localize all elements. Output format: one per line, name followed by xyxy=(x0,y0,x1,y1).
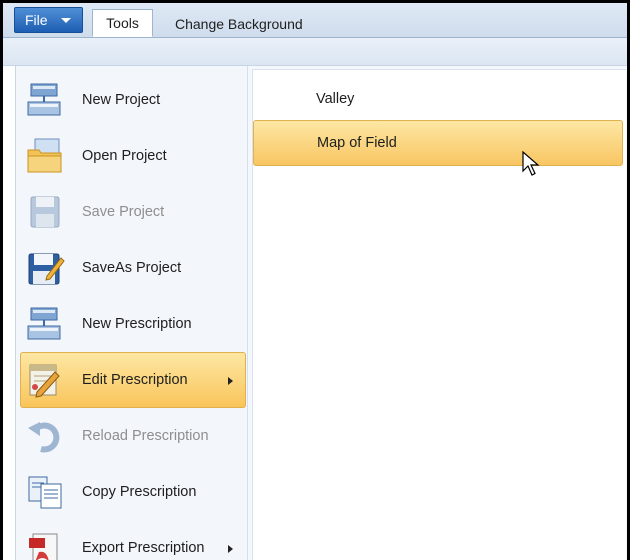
ribbon-body xyxy=(3,38,627,66)
menu-item-copy-prescription[interactable]: Copy Prescription xyxy=(20,464,246,520)
submenu-item-map-of-field[interactable]: Map of Field xyxy=(253,120,623,166)
tab-change-background[interactable]: Change Background xyxy=(175,10,303,38)
application-menu: New Project Open Project Save Project Sa… xyxy=(15,66,627,560)
menu-commands-pane: New Project Open Project Save Project Sa… xyxy=(16,66,248,560)
menu-item-label: Export Prescription xyxy=(82,540,205,556)
open-folder-icon xyxy=(25,136,65,176)
menu-item-label: Reload Prescription xyxy=(82,428,209,444)
edit-pencil-icon xyxy=(25,360,65,400)
submenu-item-label: Map of Field xyxy=(317,135,397,151)
tab-change-background-label: Change Background xyxy=(175,16,303,32)
menu-item-save-project[interactable]: Save Project xyxy=(20,184,246,240)
menu-item-label: Edit Prescription xyxy=(82,372,188,388)
save-as-icon xyxy=(25,248,65,288)
file-menu-label: File xyxy=(25,12,48,28)
menu-item-reload-prescription[interactable]: Reload Prescription xyxy=(20,408,246,464)
menu-item-label: Copy Prescription xyxy=(82,484,197,500)
menu-item-label: SaveAs Project xyxy=(82,260,182,276)
tab-tools[interactable]: Tools xyxy=(92,9,153,37)
submenu-item-valley[interactable]: Valley xyxy=(253,75,623,121)
submenu-item-label: Valley xyxy=(316,91,355,107)
save-disk-icon xyxy=(25,192,65,232)
new-prescription-icon xyxy=(25,304,65,344)
new-project-icon xyxy=(25,80,65,120)
menu-item-label: Save Project xyxy=(82,204,165,220)
tab-tools-label: Tools xyxy=(106,15,139,31)
submenu-pane: Valley Map of Field xyxy=(252,69,626,560)
reload-icon xyxy=(25,416,65,456)
menu-item-new-project[interactable]: New Project xyxy=(20,72,246,128)
dropdown-arrow-icon xyxy=(60,17,71,23)
ribbon-tab-strip: File Tools Change Background xyxy=(3,3,627,38)
app-window: File Tools Change Background New Project… xyxy=(0,0,630,560)
export-pdf-icon xyxy=(25,528,65,560)
menu-item-label: New Project xyxy=(82,92,161,108)
menu-item-new-prescription[interactable]: New Prescription xyxy=(20,296,246,352)
menu-item-label: New Prescription xyxy=(82,316,192,332)
menu-item-open-project[interactable]: Open Project xyxy=(20,128,246,184)
copy-icon xyxy=(25,472,65,512)
menu-item-export-prescription[interactable]: Export Prescription xyxy=(20,520,246,560)
menu-item-saveas-project[interactable]: SaveAs Project xyxy=(20,240,246,296)
submenu-arrow-icon xyxy=(228,545,233,553)
submenu-arrow-icon xyxy=(228,377,233,385)
menu-item-label: Open Project xyxy=(82,148,167,164)
mouse-pointer-icon xyxy=(522,151,540,176)
menu-item-edit-prescription[interactable]: Edit Prescription xyxy=(20,352,246,408)
file-menu-button[interactable]: File xyxy=(14,7,83,33)
